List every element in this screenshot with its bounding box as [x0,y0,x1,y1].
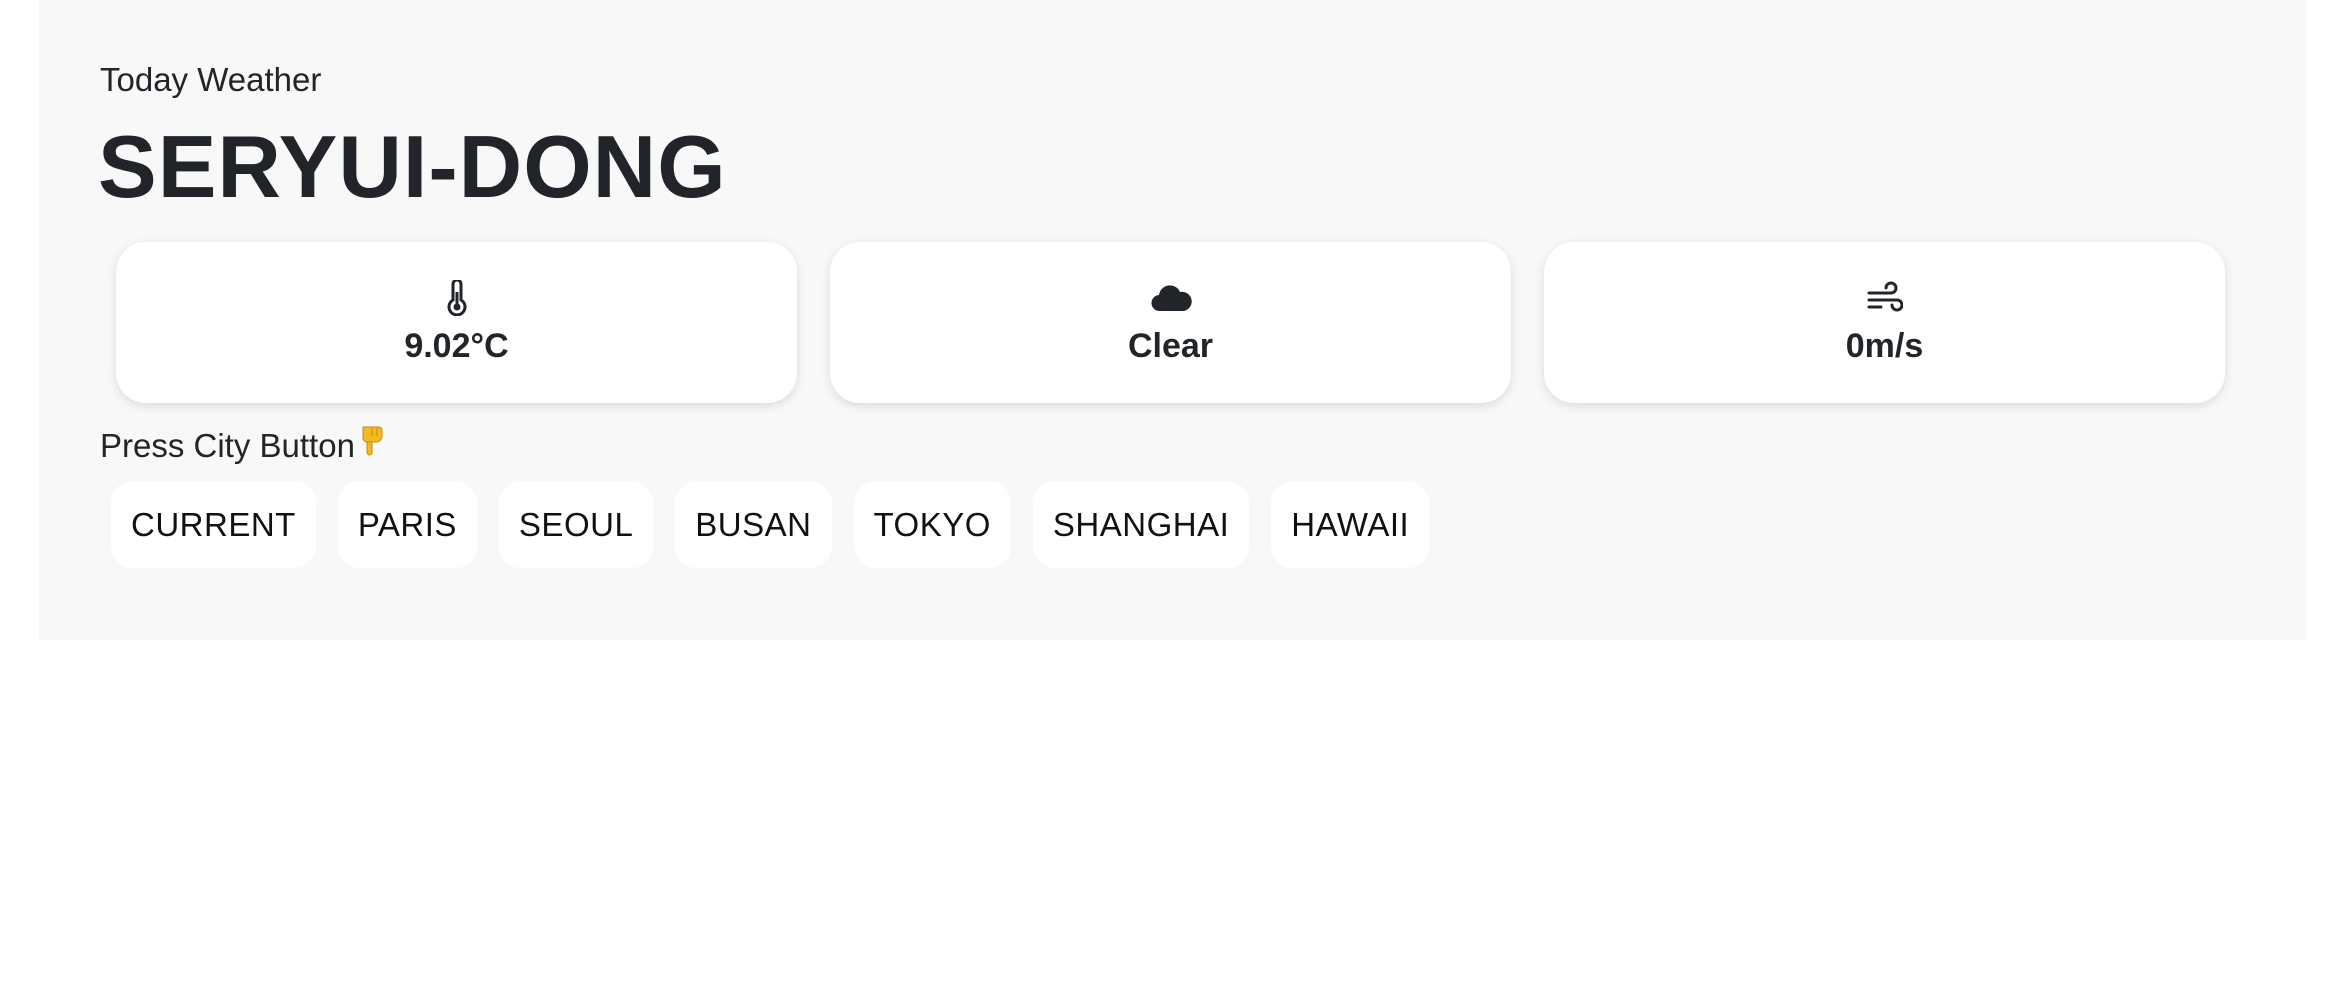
city-button-shanghai[interactable]: SHANGHAI [1032,481,1250,568]
city-hint: Press City Button [100,423,385,468]
city-button-row: CURRENT PARIS SEOUL BUSAN TOKYO SHANGHAI… [111,481,1430,568]
city-button-busan[interactable]: BUSAN [675,481,832,568]
wind-value: 0m/s [1845,327,1924,365]
city-button-current[interactable]: CURRENT [111,481,316,568]
cloud-icon [830,278,1511,318]
city-name-title: SERYUI-DONG [98,117,727,216]
city-button-paris[interactable]: PARIS [337,481,477,568]
wind-card: 0m/s [1544,242,2225,403]
page-subtitle: Today Weather [100,61,322,98]
thermometer-icon [116,278,797,318]
condition-card: Clear [830,242,1511,403]
city-button-hawaii[interactable]: HAWAII [1271,481,1430,568]
city-button-seoul[interactable]: SEOUL [498,481,654,568]
condition-value: Clear [1127,327,1214,365]
pointing-down-hand-icon [359,423,385,468]
temperature-value: 9.02°C [404,327,509,365]
temperature-card: 9.02°C [116,242,797,403]
city-button-tokyo[interactable]: TOKYO [853,481,1011,568]
wind-icon [1544,278,2225,318]
city-hint-text: Press City Button [100,426,355,464]
